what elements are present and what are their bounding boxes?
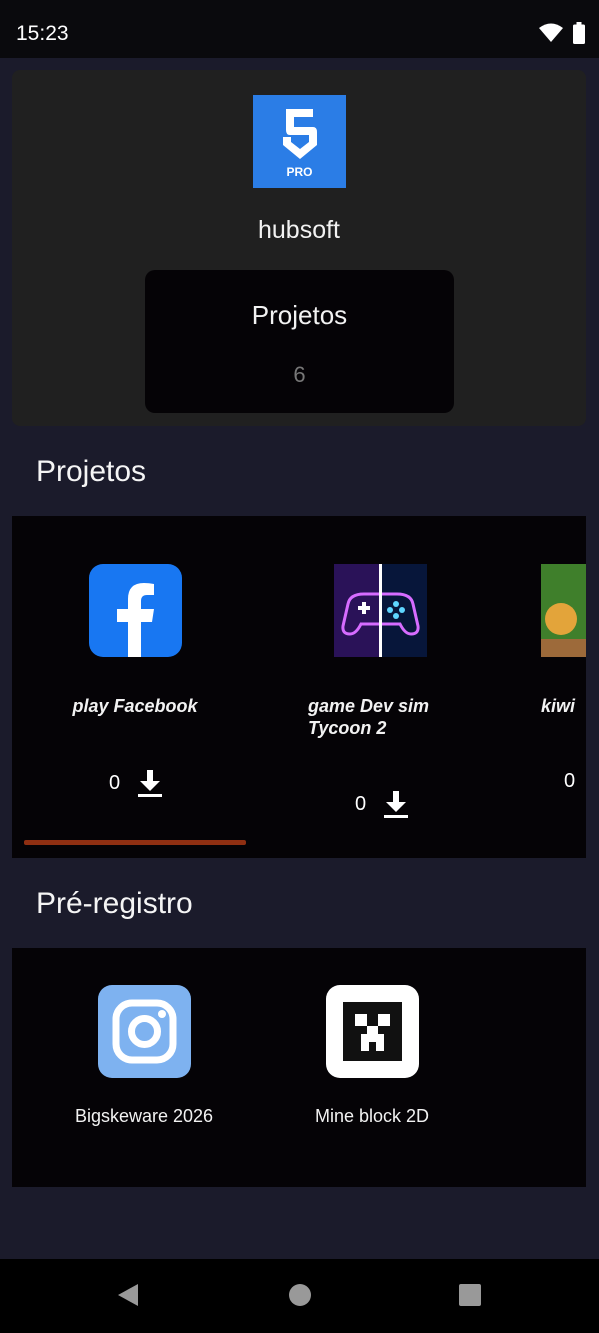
prereg-title: Bigskeware 2026	[74, 1106, 214, 1126]
stat-label: Projetos	[251, 300, 348, 330]
project-download-count: 0	[109, 770, 163, 797]
projects-carousel[interactable]: play Facebook 0 game Dev sim Tycoon 2 0	[12, 516, 586, 858]
download-count: 0	[355, 793, 367, 815]
project-title: play Facebook	[72, 696, 198, 716]
projects-section-title: Projetos	[36, 455, 147, 488]
facebook-icon	[89, 564, 182, 657]
prereg-title: Mine block 2D	[314, 1106, 430, 1126]
project-card[interactable]: game Dev sim Tycoon 2	[308, 564, 508, 739]
sketchware-pro-logo-icon: PRO	[253, 95, 346, 188]
profile-name: hubsoft	[257, 216, 340, 244]
project-download-count: 0	[355, 791, 409, 818]
instagram-icon	[97, 985, 191, 1078]
status-bar: 15:23	[0, 0, 599, 58]
project-title: kiwi	[541, 696, 576, 716]
project-title: game Dev sim Tycoon 2	[308, 696, 430, 738]
project-download-count: 0	[564, 770, 575, 793]
prereg-list: Bigskeware 2026 Mine block 2D	[12, 948, 586, 1187]
wifi-icon	[539, 23, 563, 42]
prereg-section-title: Pré-registro	[36, 887, 193, 920]
status-icons	[539, 22, 585, 44]
project-card[interactable]: play Facebook	[72, 564, 272, 717]
project-card[interactable]: kiwi	[541, 564, 586, 717]
projects-stat-box[interactable]: Projetos 6	[145, 270, 454, 413]
creeper-icon	[325, 985, 419, 1078]
game-thumbnail-icon	[541, 564, 586, 657]
profile-card: PRO hubsoft Projetos 6	[12, 70, 586, 426]
gamepad-icon	[334, 564, 427, 657]
pro-label: PRO	[286, 165, 313, 179]
download-icon[interactable]	[138, 770, 163, 797]
stat-value: 6	[293, 362, 306, 387]
navigation-bar	[0, 1259, 599, 1333]
download-icon[interactable]	[384, 791, 409, 818]
home-icon[interactable]	[288, 1283, 312, 1307]
carousel-scroll-indicator	[24, 840, 246, 845]
download-count: 0	[564, 770, 576, 792]
prereg-card[interactable]: Bigskeware 2026	[44, 985, 244, 1127]
recents-icon[interactable]	[458, 1283, 482, 1307]
download-count: 0	[109, 772, 121, 794]
prereg-card[interactable]: Mine block 2D	[272, 985, 472, 1127]
battery-icon	[573, 22, 585, 44]
back-icon[interactable]	[116, 1283, 140, 1307]
status-time: 15:23	[16, 22, 69, 45]
